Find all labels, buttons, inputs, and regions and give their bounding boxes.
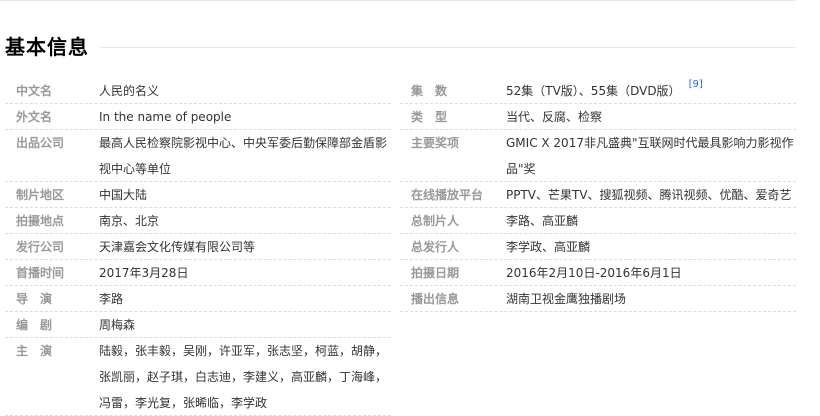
field-value: PPTV、芒果TV、搜狐视频、腾讯视频、优酷、爱奇艺 [506, 188, 792, 202]
info-row-filming-location: 拍摄地点 南京、北京 [5, 208, 391, 234]
field-value: 李路、高亚麟 [506, 214, 579, 228]
field-value: 最高人民检察院影视中心、中央军委后勤保障部金盾影视中心等单位 [99, 136, 388, 176]
reference-link[interactable]: [9] [689, 79, 703, 90]
field-label: 制片地区 [16, 188, 65, 202]
info-row-chief-producer: 总制片人 李路、高亚麟 [400, 208, 796, 234]
field-value: 52集（TV版）、55集（DVD版） [9] [506, 78, 796, 103]
info-row-foreign-name: 外文名 In the name of people [5, 104, 391, 130]
field-value: GMIC X 2017非凡盛典"互联网时代最具影响力影视作品"奖 [506, 136, 794, 176]
field-label: 首播时间 [16, 266, 65, 280]
field-label: 出品公司 [16, 136, 65, 150]
info-row-platforms: 在线播放平台 PPTV、芒果TV、搜狐视频、腾讯视频、优酷、爱奇艺 [400, 182, 796, 208]
field-label: 发行公司 [16, 240, 65, 254]
field-value: 南京、北京 [99, 214, 160, 228]
field-label: 导 演 [16, 292, 53, 306]
field-label: 总发行人 [411, 240, 460, 254]
field-value: 2016年2月10日-2016年6月1日 [506, 266, 682, 280]
field-value: 李路 [99, 292, 124, 306]
info-column-left: 中文名 人民的名义 外文名 In the name of people 出品公司… [5, 78, 391, 416]
info-column-right: 集 数 52集（TV版）、55集（DVD版） [9] 类 型 当代、反腐、检察 主… [400, 78, 796, 312]
field-label: 外文名 [16, 110, 53, 124]
field-value: 人民的名义 [99, 84, 160, 98]
info-row-awards: 主要奖项 GMIC X 2017非凡盛典"互联网时代最具影响力影视作品"奖 [400, 130, 796, 182]
field-value: 中国大陆 [99, 188, 148, 202]
field-value: 当代、反腐、检察 [506, 110, 603, 124]
field-value: 李学政、高亚麟 [506, 240, 591, 254]
info-row-producer: 出品公司 最高人民检察院影视中心、中央军委后勤保障部金盾影视中心等单位 [5, 130, 391, 182]
field-label: 类 型 [411, 110, 448, 124]
field-label: 拍摄日期 [411, 266, 460, 280]
info-row-director: 导 演 李路 [5, 286, 391, 312]
info-row-chief-distributor: 总发行人 李学政、高亚麟 [400, 234, 796, 260]
field-value: 湖南卫视金鹰独播剧场 [506, 292, 627, 306]
field-label: 集 数 [411, 84, 448, 98]
info-row-region: 制片地区 中国大陆 [5, 182, 391, 208]
info-row-distributor: 发行公司 天津嘉会文化传媒有限公司等 [5, 234, 391, 260]
section-title: 基本信息 [5, 35, 89, 59]
field-label: 编 剧 [16, 318, 53, 332]
field-label: 在线播放平台 [411, 188, 484, 202]
field-label: 中文名 [16, 84, 53, 98]
info-row-premiere: 首播时间 2017年3月28日 [5, 260, 391, 286]
info-row-filming-date: 拍摄日期 2016年2月10日-2016年6月1日 [400, 260, 796, 286]
field-label: 主要奖项 [411, 136, 460, 150]
field-label: 总制片人 [411, 214, 460, 228]
info-row-chinese-name: 中文名 人民的名义 [5, 78, 391, 104]
info-row-broadcast: 播出信息 湖南卫视金鹰独播剧场 [400, 286, 796, 312]
info-row-episodes: 集 数 52集（TV版）、55集（DVD版） [9] [400, 78, 796, 104]
field-label: 主 演 [16, 344, 53, 358]
field-value: 周梅森 [99, 318, 136, 332]
field-value: 陆毅，张丰毅，吴刚，许亚军，张志坚，柯蓝，胡静，张凯丽，赵子琪，白志迪，李建义，… [99, 344, 388, 410]
field-label: 播出信息 [411, 292, 460, 306]
top-divider [0, 0, 795, 1]
title-divider [100, 47, 795, 48]
field-label: 拍摄地点 [16, 214, 65, 228]
field-value: 天津嘉会文化传媒有限公司等 [99, 240, 256, 254]
episodes-text: 52集（TV版）、55集（DVD版） [506, 84, 681, 98]
info-row-cast: 主 演 陆毅，张丰毅，吴刚，许亚军，张志坚，柯蓝，胡静，张凯丽，赵子琪，白志迪，… [5, 338, 391, 416]
field-value: 2017年3月28日 [99, 266, 189, 280]
info-row-screenwriter: 编 剧 周梅森 [5, 312, 391, 338]
field-value: In the name of people [99, 110, 232, 124]
info-row-genre: 类 型 当代、反腐、检察 [400, 104, 796, 130]
